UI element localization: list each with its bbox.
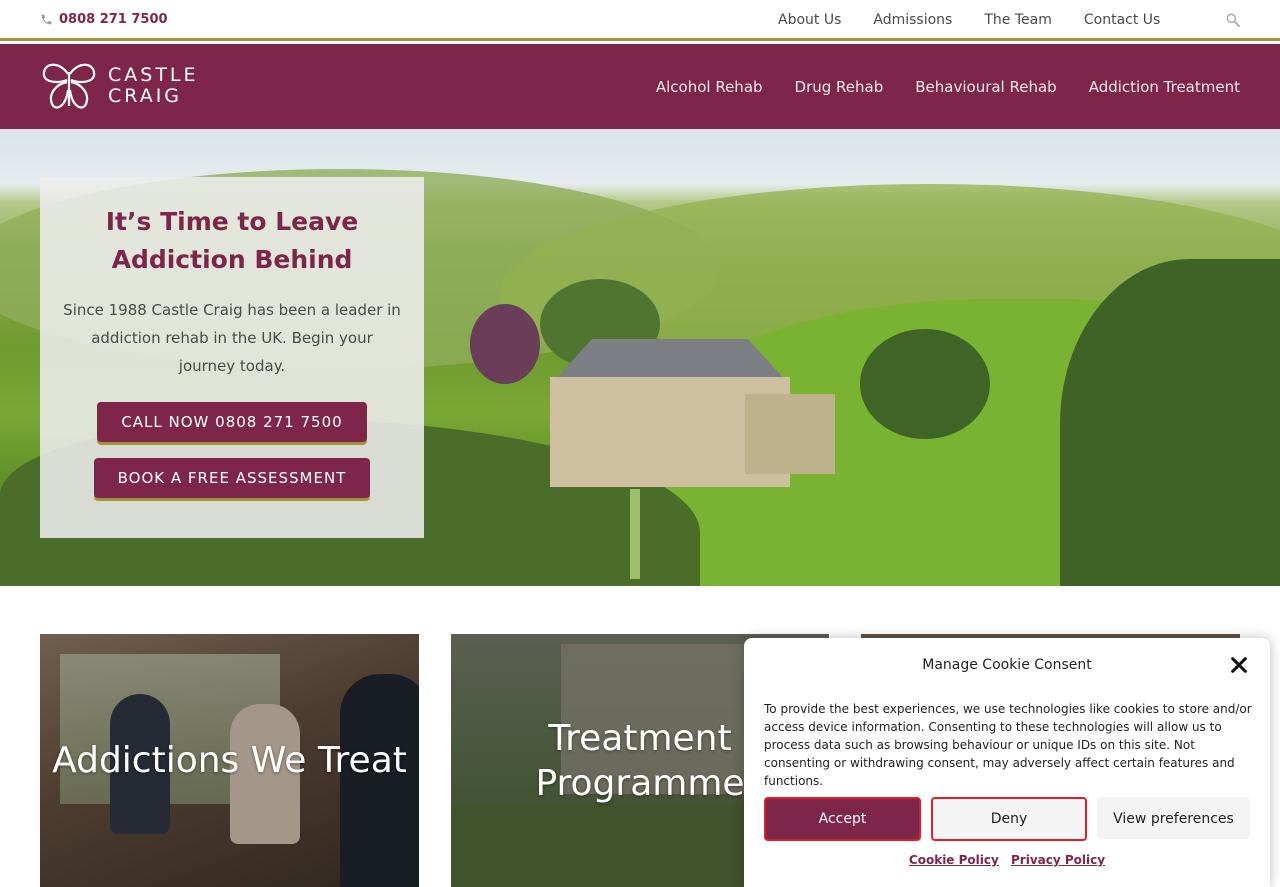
cookie-policy-link[interactable]: Cookie Policy	[909, 853, 999, 867]
main-nav-bar: CASTLE CRAIG Alcohol Rehab Drug Rehab Be…	[0, 44, 1280, 129]
top-nav-contact-us[interactable]: Contact Us	[1084, 12, 1160, 28]
tile-title-line-1: Treatment	[548, 718, 732, 759]
view-preferences-button[interactable]: View preferences	[1097, 797, 1250, 839]
hero-banner: It’s Time to Leave Addiction Behind Sinc…	[0, 129, 1280, 586]
tile-title: Addictions We Treat	[52, 740, 407, 781]
hero-title-line-2: Addiction Behind	[111, 245, 353, 274]
cookie-title: Manage Cookie Consent	[922, 657, 1092, 673]
hero-title: It’s Time to Leave Addiction Behind	[82, 203, 382, 279]
top-nav-the-team[interactable]: The Team	[984, 12, 1052, 28]
tile-title-line-2: Programme	[535, 763, 745, 804]
nav-behavioural-rehab[interactable]: Behavioural Rehab	[915, 78, 1056, 96]
cookie-consent-dialog: Manage Cookie Consent To provide the bes…	[744, 638, 1270, 887]
call-now-button[interactable]: CALL NOW 0808 271 7500	[97, 402, 367, 442]
butterfly-logo-icon	[42, 63, 96, 109]
close-icon[interactable]	[1230, 656, 1248, 674]
search-icon[interactable]	[1225, 12, 1241, 28]
hero-title-line-1: It’s Time to Leave	[105, 207, 359, 236]
book-assessment-button[interactable]: BOOK A FREE ASSESSMENT	[93, 458, 371, 498]
hero-path	[630, 489, 640, 579]
cookie-text: To provide the best experiences, we use …	[764, 702, 1252, 788]
nav-addiction-treatment[interactable]: Addiction Treatment	[1089, 78, 1240, 96]
logo-line-1: CASTLE	[108, 64, 199, 86]
hero-text: Since 1988 Castle Craig has been a leade…	[63, 301, 401, 375]
logo-wordmark: CASTLE CRAIG	[108, 65, 199, 107]
top-nav-admissions[interactable]: Admissions	[873, 12, 952, 28]
cookie-links: Cookie Policy Privacy Policy	[744, 853, 1270, 867]
hero-card: It’s Time to Leave Addiction Behind Sinc…	[40, 177, 424, 538]
top-nav: About Us Admissions The Team Contact Us	[778, 12, 1160, 28]
site-logo[interactable]: CASTLE CRAIG	[40, 60, 199, 112]
nav-drug-rehab[interactable]: Drug Rehab	[795, 78, 884, 96]
main-nav-links: Alcohol Rehab Drug Rehab Behavioural Reh…	[656, 78, 1240, 96]
top-bar: 0808 271 7500 About Us Admissions The Te…	[0, 0, 1280, 41]
castle-building-image	[520, 339, 835, 489]
top-phone-link[interactable]: 0808 271 7500	[40, 12, 168, 27]
phone-icon	[41, 14, 52, 25]
logo-line-2: CRAIG	[108, 85, 183, 107]
top-nav-about-us[interactable]: About Us	[778, 12, 841, 28]
top-phone-number: 0808 271 7500	[59, 12, 168, 27]
accept-button[interactable]: Accept	[764, 797, 921, 841]
tile-addictions-we-treat[interactable]: Addictions We Treat	[40, 634, 419, 887]
deny-button[interactable]: Deny	[931, 797, 1087, 841]
hero-tree	[860, 329, 990, 439]
privacy-policy-link[interactable]: Privacy Policy	[1011, 853, 1105, 867]
nav-alcohol-rehab[interactable]: Alcohol Rehab	[656, 78, 763, 96]
